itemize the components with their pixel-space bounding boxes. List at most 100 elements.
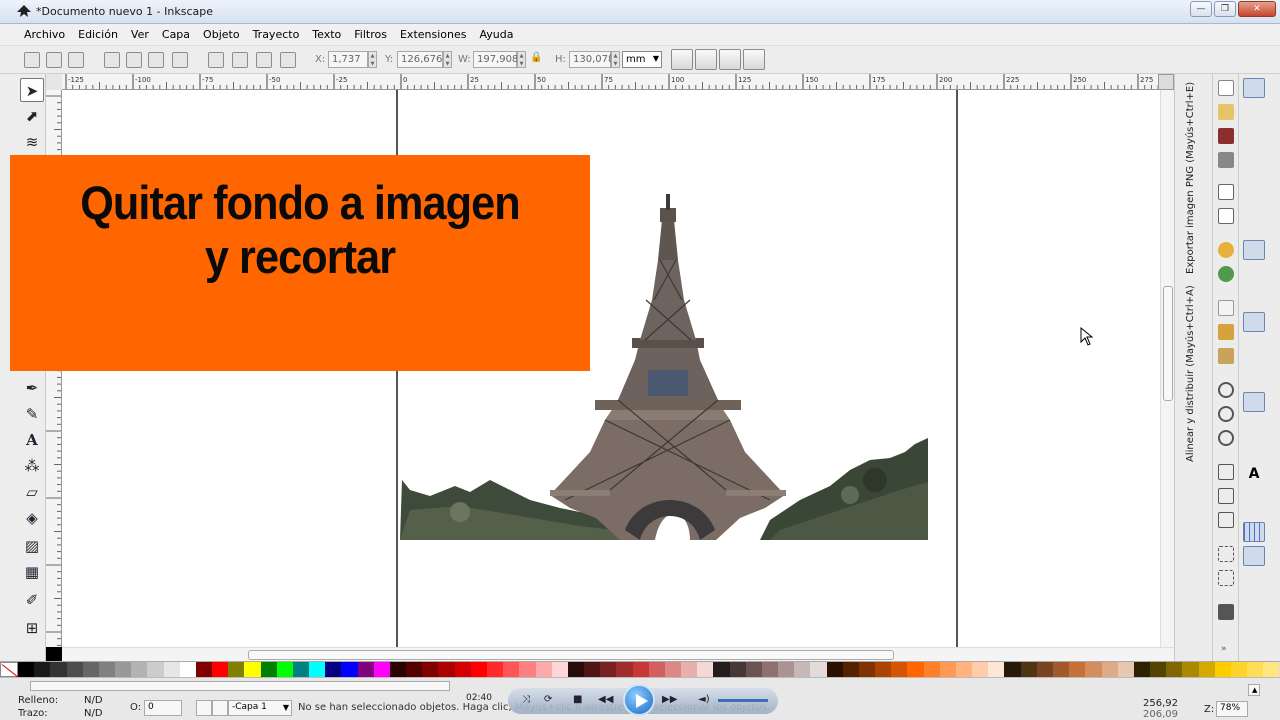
color-swatch[interactable]: [357, 662, 374, 677]
color-swatch[interactable]: [1214, 662, 1231, 677]
snap-bbox-edge-icon[interactable]: [1243, 134, 1265, 154]
stop-icon[interactable]: ■: [573, 694, 582, 705]
connector-tool-icon[interactable]: ⊞: [20, 616, 44, 640]
color-swatch[interactable]: [163, 662, 180, 677]
color-swatch[interactable]: [131, 662, 148, 677]
flip-vertical-icon[interactable]: [172, 52, 188, 68]
snap-others-icon[interactable]: [1243, 392, 1265, 412]
color-swatch[interactable]: [1150, 662, 1167, 677]
rotate-cw-icon[interactable]: [126, 52, 142, 68]
snap-bbox-icon[interactable]: [1243, 110, 1265, 130]
scrollbar-thumb[interactable]: [1163, 286, 1173, 401]
color-palette[interactable]: [0, 661, 1280, 677]
color-swatch[interactable]: [745, 662, 762, 677]
deselect-icon[interactable]: [68, 52, 84, 68]
color-swatch[interactable]: [567, 662, 585, 677]
undo-icon[interactable]: [1218, 242, 1234, 258]
eraser-tool-icon[interactable]: ▱: [20, 480, 44, 504]
lower-icon[interactable]: [256, 52, 272, 68]
fill-stroke-icon[interactable]: [1218, 604, 1234, 620]
menu-ver[interactable]: Ver: [131, 28, 149, 41]
color-swatch[interactable]: [713, 662, 730, 677]
zoom-selection-icon[interactable]: [1218, 382, 1234, 398]
color-swatch[interactable]: [939, 662, 956, 677]
calligraphy-tool-icon[interactable]: ✎: [20, 402, 44, 426]
color-swatch[interactable]: [212, 662, 229, 677]
export-icon[interactable]: [1218, 208, 1234, 224]
y-spinner[interactable]: ▲ ▼: [443, 51, 452, 68]
color-swatch[interactable]: [179, 662, 196, 677]
color-swatch[interactable]: [1101, 662, 1118, 677]
zoom-fit-icon[interactable]: [1158, 74, 1174, 90]
color-swatch[interactable]: [858, 662, 876, 677]
color-swatch[interactable]: [115, 662, 132, 677]
zoom-drawing-icon[interactable]: [1218, 406, 1234, 422]
opacity-field[interactable]: 0: [144, 700, 182, 716]
eye-icon[interactable]: [196, 700, 212, 716]
color-swatch[interactable]: [292, 662, 310, 677]
snap-intersection-icon[interactable]: [1243, 288, 1265, 308]
lower-to-bottom-icon[interactable]: [280, 52, 296, 68]
color-swatch[interactable]: [923, 662, 940, 677]
snap-rotation-center-icon[interactable]: [1243, 440, 1265, 460]
color-swatch[interactable]: [1053, 662, 1070, 677]
color-swatch[interactable]: [454, 662, 471, 677]
color-swatch[interactable]: [535, 662, 552, 677]
fast-forward-icon[interactable]: ▶▶: [662, 694, 677, 705]
color-swatch[interactable]: [1230, 662, 1248, 677]
color-swatch[interactable]: [600, 662, 617, 677]
zoom-field[interactable]: 78%: [1216, 701, 1248, 717]
scale-stroke-button[interactable]: [671, 49, 693, 70]
more-icon[interactable]: »: [1221, 644, 1227, 654]
color-swatch[interactable]: [34, 662, 51, 677]
h-spinner[interactable]: ▲ ▼: [611, 51, 620, 68]
color-swatch[interactable]: [891, 662, 908, 677]
tab-export-png[interactable]: Exportar imagen PNG (Mayús+Ctrl+E): [1185, 82, 1196, 274]
color-swatch[interactable]: [438, 662, 455, 677]
snap-bbox-midpoint-icon[interactable]: [1243, 182, 1265, 202]
scrollbar-thumb[interactable]: [248, 650, 894, 660]
rewind-icon[interactable]: ◀◀: [598, 694, 613, 705]
menu-edicion[interactable]: Edición: [78, 28, 118, 41]
transform-gradients-button[interactable]: [719, 49, 741, 70]
color-swatch[interactable]: [406, 662, 423, 677]
layer-select[interactable]: -Capa 1 ▼: [228, 700, 292, 716]
group-icon[interactable]: [1218, 546, 1234, 562]
play-button[interactable]: [623, 684, 655, 716]
snap-cusp-icon[interactable]: [1243, 312, 1265, 332]
new-document-icon[interactable]: [1218, 80, 1234, 96]
ungroup-icon[interactable]: [1218, 570, 1234, 586]
color-swatch[interactable]: [276, 662, 293, 677]
x-spinner[interactable]: ▲ ▼: [368, 51, 377, 68]
color-swatch[interactable]: [907, 662, 924, 677]
color-swatch[interactable]: [551, 662, 568, 677]
transform-patterns-button[interactable]: [743, 49, 765, 70]
color-swatch[interactable]: [632, 662, 649, 677]
color-swatch[interactable]: [1020, 662, 1037, 677]
snap-smooth-icon[interactable]: [1243, 336, 1265, 356]
clone-icon[interactable]: [1218, 488, 1234, 504]
snap-bbox-center-icon[interactable]: [1243, 206, 1265, 226]
close-button[interactable]: ✕: [1238, 1, 1276, 17]
shuffle-icon[interactable]: ⤨: [522, 694, 530, 705]
volume-icon[interactable]: ◄): [698, 694, 710, 705]
lock-icon[interactable]: 🔒: [530, 52, 546, 68]
menu-capa[interactable]: Capa: [162, 28, 190, 41]
color-swatch[interactable]: [778, 662, 795, 677]
color-swatch[interactable]: [1004, 662, 1021, 677]
tab-align-distribute[interactable]: Alinear y distribuir (Mayús+Ctrl+A): [1185, 285, 1196, 462]
open-folder-icon[interactable]: [1218, 104, 1234, 120]
color-swatch[interactable]: [195, 662, 213, 677]
color-swatch[interactable]: [875, 662, 892, 677]
color-swatch[interactable]: [147, 662, 164, 677]
snap-path-icon[interactable]: [1243, 264, 1265, 284]
snap-page-border-icon[interactable]: [1243, 498, 1265, 518]
h-field[interactable]: 130,078: [569, 51, 614, 68]
scale-corners-button[interactable]: [695, 49, 717, 70]
color-swatch[interactable]: [616, 662, 633, 677]
color-swatch[interactable]: [228, 662, 245, 677]
raise-icon[interactable]: [232, 52, 248, 68]
color-swatch[interactable]: [810, 662, 827, 677]
color-swatch[interactable]: [972, 662, 989, 677]
color-swatch[interactable]: [988, 662, 1005, 677]
